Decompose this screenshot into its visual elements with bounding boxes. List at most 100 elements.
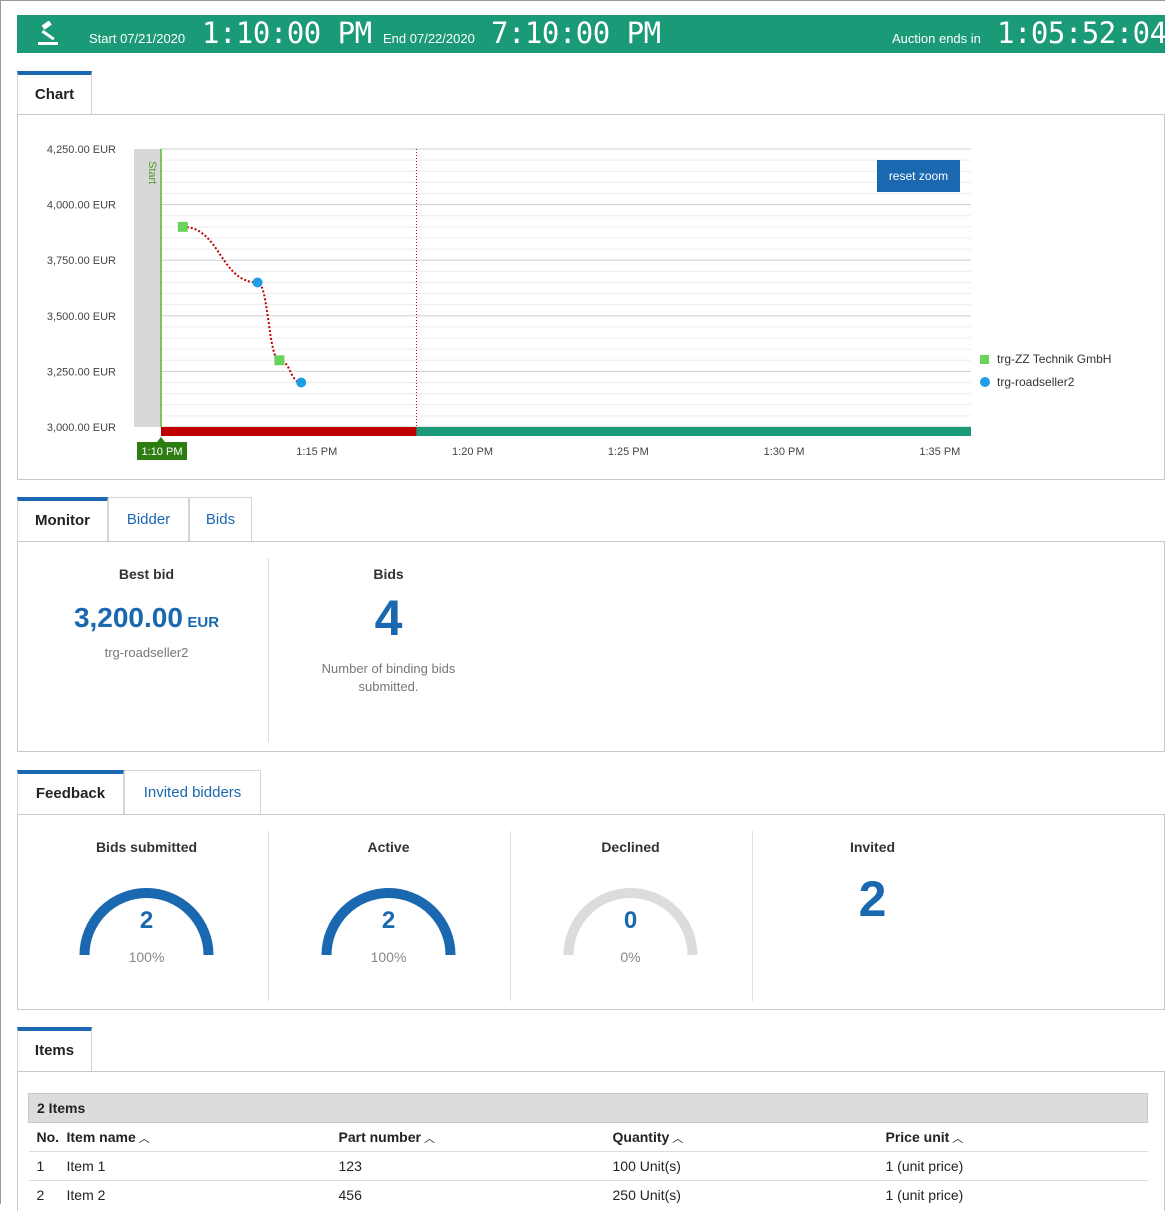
bids-caption-line2: submitted. [358, 679, 419, 694]
invited-count: 2 [858, 871, 887, 927]
y-tick-label: 4,250.00 EUR [47, 144, 116, 156]
bids-count-card: Bids 4 Number of binding bids submitted. [268, 558, 509, 696]
tab-invited-bidders[interactable]: Invited bidders [124, 770, 261, 814]
sort-caret-icon[interactable]: ︿ [139, 1133, 150, 1145]
column-header-label: No. [36, 1129, 60, 1145]
x-tick-label: 1:30 PM [764, 446, 805, 458]
sort-caret-icon[interactable]: ︿ [952, 1133, 963, 1145]
legend-item-roadseller2[interactable]: trg-roadseller2 [980, 375, 1074, 389]
cell-no: 1 [28, 1151, 67, 1181]
bid-point-circle[interactable] [296, 377, 307, 388]
sort-caret-icon[interactable]: ︿ [672, 1133, 683, 1145]
cell-price-unit: 1 (unit price) [877, 1180, 1148, 1209]
stat-title: Bids submitted [95, 839, 198, 855]
stat-percent: 0% [620, 949, 641, 965]
x-tick-label: 1:20 PM [452, 446, 493, 458]
x-tick-label: 1:35 PM [919, 446, 960, 458]
bid-point-circle[interactable] [252, 277, 263, 288]
start-date-label: Start 07/21/2020 [89, 31, 186, 46]
column-header-part-number[interactable]: Part number ︿ [330, 1122, 605, 1152]
legend-square-marker [980, 355, 989, 364]
stat-card-declined: Declined 0 0% [510, 831, 751, 1001]
legend-label: trg-roadseller2 [997, 375, 1075, 389]
end-time: 7:10:00 PM [491, 16, 661, 50]
y-tick-label: 3,750.00 EUR [47, 255, 116, 267]
pre-start-band [134, 149, 161, 427]
best-bid-value: 3,200.00 [73, 602, 183, 633]
best-bid-card: Best bid 3,200.00 EUR trg-roadseller2 [26, 558, 267, 662]
items-panel: 2 Items No. Item name ︿ Part number ︿ Quan… [17, 1071, 1165, 1211]
cell-item-name: Item 1 [66, 1151, 331, 1181]
cell-item-name: Item 2 [66, 1180, 331, 1209]
stat-value: 0 [623, 907, 638, 934]
table-header-row: No. Item name ︿ Part number ︿ Quantity ︿ Pr… [28, 1122, 1148, 1152]
best-bid-bidder: trg-roadseller2 [104, 645, 189, 660]
column-header-item-name[interactable]: Item name ︿ [66, 1122, 331, 1152]
table-group-header: 2 Items [28, 1093, 1148, 1123]
tab-items[interactable]: Items [17, 1027, 92, 1071]
bids-count: 4 [374, 590, 403, 646]
column-header-label: Item name [66, 1128, 136, 1145]
items-table: 2 Items No. Item name ︿ Part number ︿ Quan… [28, 1093, 1148, 1209]
start-badge-pointer [157, 437, 165, 442]
auction-header: Start 07/21/2020 1:10:00 PM End 07/22/20… [17, 15, 1167, 53]
gavel-icon [38, 21, 58, 45]
cell-price-unit: 1 (unit price) [877, 1151, 1148, 1181]
monitor-panel: Best bid 3,200.00 EUR trg-roadseller2 Bi… [17, 541, 1165, 752]
stat-title: Declined [601, 839, 660, 855]
cell-no: 2 [28, 1180, 67, 1209]
tab-bidder[interactable]: Bidder [108, 497, 189, 541]
tab-feedback[interactable]: Feedback [17, 770, 124, 814]
end-date-label: End 07/22/2020 [383, 31, 475, 46]
invited-title: Invited [849, 839, 896, 855]
stat-card-bids-submitted: Bids submitted 2 100% [26, 831, 267, 1001]
column-header-label: Quantity [612, 1128, 670, 1145]
stat-card-active: Active 2 100% [268, 831, 509, 1001]
stat-percent: 100% [128, 949, 165, 965]
tab-bids[interactable]: Bids [189, 497, 252, 541]
column-header-price-unit[interactable]: Price unit ︿ [877, 1122, 1148, 1152]
y-tick-label: 3,250.00 EUR [47, 366, 116, 378]
bid-point-square[interactable] [274, 355, 285, 366]
cell-quantity: 250 Unit(s) [604, 1180, 878, 1209]
start-time: 1:10:00 PM [202, 16, 372, 50]
column-header-label: Part number [338, 1128, 421, 1145]
stat-percent: 100% [370, 949, 407, 965]
best-bid-amount: 3,200.00 EUR [26, 602, 267, 634]
reset-zoom-button[interactable]: reset zoom [877, 160, 960, 192]
best-bid-title: Best bid [118, 566, 175, 582]
countdown-timer: 1:05:52:04 [997, 16, 1167, 50]
x-tick-label: 1:10 PM [142, 446, 183, 458]
stat-title: Active [367, 839, 410, 855]
x-tick-start-badge: 1:10 PM [137, 437, 187, 460]
countdown-label: Auction ends in [892, 31, 981, 46]
chart-panel: 4,250.00 EUR 4,000.00 EUR 3,750.00 EUR 3,50… [17, 114, 1165, 480]
cell-part-number: 456 [330, 1180, 605, 1209]
stat-value: 2 [139, 907, 154, 934]
y-tick-label: 3,000.00 EUR [47, 422, 116, 434]
start-marker-label: Start [146, 161, 158, 184]
stat-card-invited: Invited 2 [752, 831, 993, 927]
tab-monitor[interactable]: Monitor [17, 497, 108, 541]
x-tick-label: 1:15 PM [296, 446, 337, 458]
y-tick-label: 4,000.00 EUR [47, 200, 116, 212]
column-header-no: No. [28, 1122, 67, 1152]
stat-value: 2 [381, 907, 396, 934]
column-header-label: Price unit [885, 1128, 950, 1145]
table-row[interactable]: 2 Item 2 456 250 Unit(s) 1 (unit price) [28, 1180, 1148, 1209]
table-row[interactable]: 1 Item 1 123 100 Unit(s) 1 (unit price) [28, 1151, 1148, 1181]
tab-chart[interactable]: Chart [17, 71, 92, 115]
bid-point-square[interactable] [177, 221, 188, 232]
feedback-panel: Bids submitted 2 100% Active 2 100% Decl… [17, 814, 1165, 1010]
column-header-quantity[interactable]: Quantity ︿ [604, 1122, 878, 1152]
sort-caret-icon[interactable]: ︿ [424, 1133, 435, 1145]
bids-caption-line1: Number of binding bids [321, 661, 456, 676]
remaining-time-bar [416, 427, 971, 436]
x-tick-label: 1:25 PM [608, 446, 649, 458]
best-bid-currency: EUR [187, 614, 220, 631]
y-tick-label: 3,500.00 EUR [47, 311, 116, 323]
group-label: 2 Items [28, 1093, 1148, 1123]
legend-label: trg-ZZ Technik GmbH [997, 352, 1112, 366]
legend-item-zz-technik[interactable]: trg-ZZ Technik GmbH [980, 352, 1111, 366]
bid-chart[interactable]: 4,250.00 EUR 4,000.00 EUR 3,750.00 EUR 3,50… [18, 115, 1164, 479]
